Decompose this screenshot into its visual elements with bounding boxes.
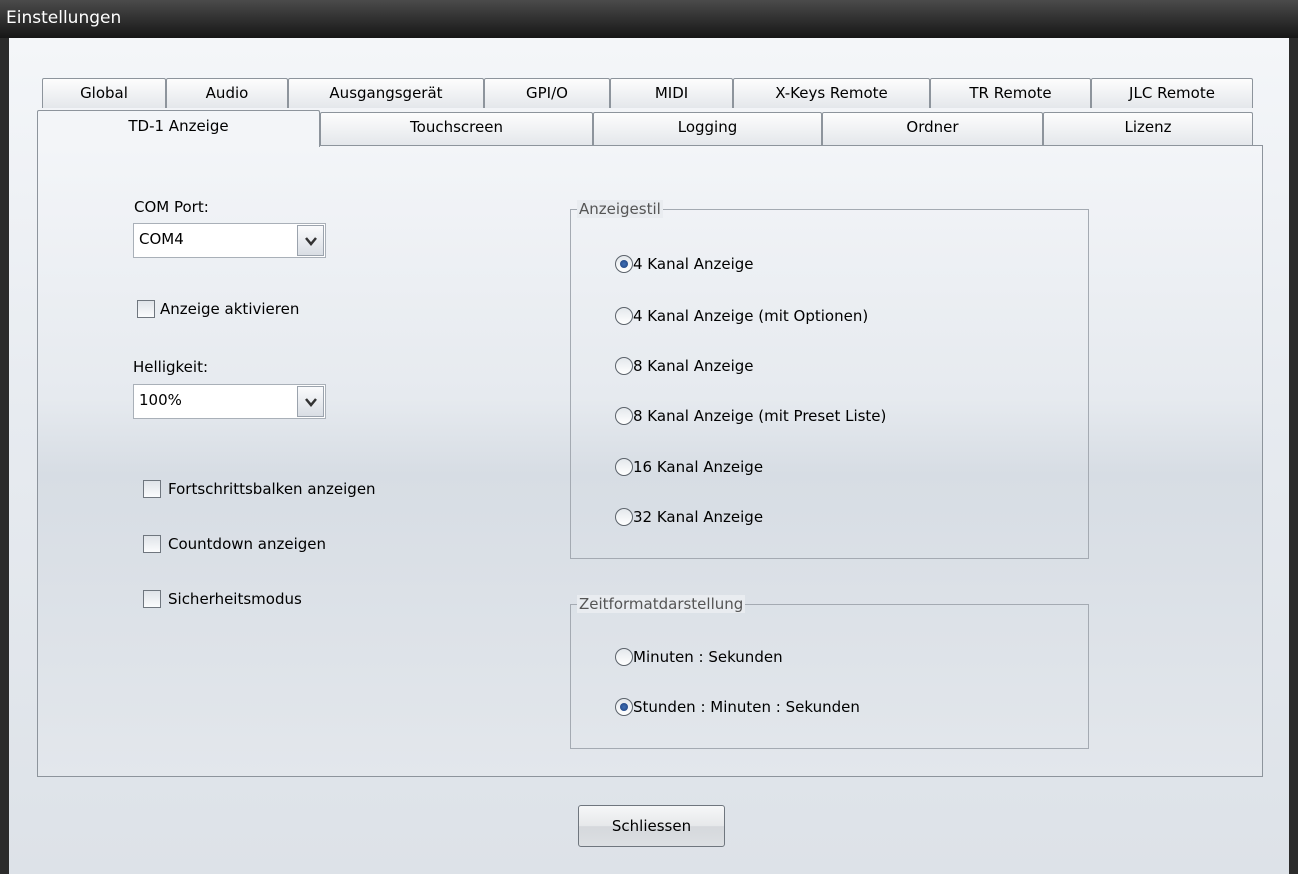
tab-label: JLC Remote [1129,84,1215,102]
radio-hours-minutes-seconds-label: Stunden : Minuten : Sekunden [633,698,860,716]
tab-midi[interactable]: MIDI [610,78,733,108]
title-bar[interactable]: Einstellungen [0,0,1298,38]
tab-label: GPI/O [526,84,568,102]
tab-panel-td1-display: COM Port: COM4 Anzeige aktivieren Hellig… [37,145,1263,777]
progress-bar-checkbox[interactable] [143,480,161,498]
progress-bar-label: Fortschrittsbalken anzeigen [168,480,376,498]
tab-label: Lizenz [1124,118,1172,136]
tab-label: TR Remote [969,84,1052,102]
radio-8-channel-preset-label: 8 Kanal Anzeige (mit Preset Liste) [633,407,887,425]
com-port-value: COM4 [139,230,184,248]
brightness-value: 100% [139,391,182,409]
tab-td1-display[interactable]: TD-1 Anzeige [37,110,320,147]
dialog-client-area: Global Audio Ausgangsgerät GPI/O MIDI X-… [9,38,1289,874]
radio-4-channel-options-label: 4 Kanal Anzeige (mit Optionen) [633,307,869,325]
tab-label: Global [80,84,128,102]
tab-jlc-remote[interactable]: JLC Remote [1091,78,1253,108]
radio-minutes-seconds[interactable] [615,648,633,666]
tab-label: Ordner [906,118,959,136]
tab-tr-remote[interactable]: TR Remote [930,78,1091,108]
enable-display-checkbox[interactable] [137,300,155,318]
tab-label: Audio [205,84,249,102]
radio-8-channel-preset[interactable] [615,407,633,425]
radio-4-channel-options[interactable] [615,307,633,325]
radio-16-channel-label: 16 Kanal Anzeige [633,458,764,476]
time-format-legend: Zeitformatdarstellung [577,595,746,613]
countdown-checkbox[interactable] [143,535,161,553]
window-title: Einstellungen [6,8,122,28]
dropdown-button[interactable] [297,225,324,256]
safety-mode-label: Sicherheitsmodus [168,590,302,608]
tab-label: X-Keys Remote [775,84,888,102]
com-port-label: COM Port: [134,198,209,216]
tab-output-device[interactable]: Ausgangsgerät [288,78,484,108]
safety-mode-checkbox[interactable] [143,590,161,608]
radio-hours-minutes-seconds[interactable] [615,698,633,716]
chevron-down-icon [305,237,317,246]
radio-16-channel[interactable] [615,458,633,476]
display-style-group: Anzeigestil 4 Kanal Anzeige 4 Kanal Anze… [570,200,1089,559]
radio-8-channel-label: 8 Kanal Anzeige [633,357,754,375]
radio-4-channel-label: 4 Kanal Anzeige [633,255,754,273]
dropdown-button[interactable] [297,386,324,417]
countdown-label: Countdown anzeigen [168,535,327,553]
tab-license[interactable]: Lizenz [1043,112,1253,145]
tab-label: Touchscreen [410,118,503,136]
chevron-down-icon [305,398,317,407]
tab-logging[interactable]: Logging [593,112,822,145]
tab-xkeys-remote[interactable]: X-Keys Remote [733,78,930,108]
radio-8-channel[interactable] [615,357,633,375]
radio-32-channel[interactable] [615,508,633,526]
tab-audio[interactable]: Audio [166,78,288,108]
close-button[interactable]: Schliessen [578,805,725,847]
radio-32-channel-label: 32 Kanal Anzeige [633,508,764,526]
enable-display-label: Anzeige aktivieren [160,300,300,318]
tab-label: Ausgangsgerät [329,84,443,102]
tab-label: Logging [677,118,738,136]
brightness-select[interactable]: 100% [133,384,326,419]
brightness-label: Helligkeit: [133,358,209,376]
radio-4-channel[interactable] [615,255,633,273]
settings-window: Einstellungen Global Audio Ausgangsgerät… [0,0,1298,874]
tab-folder[interactable]: Ordner [822,112,1043,145]
display-style-legend: Anzeigestil [577,200,663,218]
com-port-select[interactable]: COM4 [133,223,326,258]
tab-global[interactable]: Global [42,78,166,108]
tab-gpio[interactable]: GPI/O [484,78,610,108]
tab-label: MIDI [654,84,689,102]
time-format-group: Zeitformatdarstellung Minuten : Sekunden… [570,595,1089,749]
tab-label: TD-1 Anzeige [128,117,229,135]
radio-minutes-seconds-label: Minuten : Sekunden [633,648,783,666]
tab-touchscreen[interactable]: Touchscreen [320,112,593,145]
